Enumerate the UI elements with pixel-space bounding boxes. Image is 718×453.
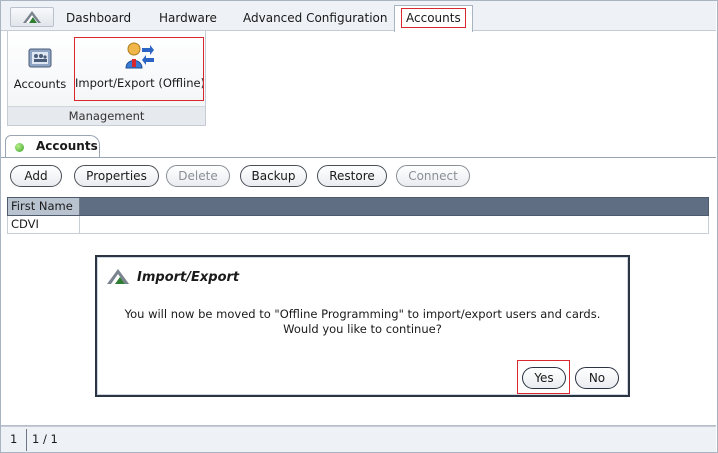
status-indicator-icon (15, 143, 24, 152)
tab-dashboard[interactable]: Dashboard (62, 9, 135, 28)
backup-button[interactable]: Backup (240, 165, 307, 187)
tab-divider (1, 157, 716, 158)
connect-button[interactable]: Connect (396, 165, 470, 187)
record-count: 1 / 1 (32, 432, 58, 446)
import-export-ribbon-label: Import/Export (Offline) (75, 76, 206, 90)
ribbon-tab-bar: Dashboard Hardware Advanced Configuratio… (1, 1, 716, 32)
tab-accounts-label: Accounts (401, 8, 466, 28)
delete-button[interactable]: Delete (166, 165, 230, 187)
app-menu-button[interactable] (10, 7, 54, 27)
document-tab-strip: Accounts (1, 132, 716, 158)
accounts-icon (28, 48, 52, 68)
page-number: 1 (10, 432, 18, 446)
no-button[interactable]: No (575, 367, 619, 389)
table-row[interactable]: CDVI (7, 216, 709, 234)
app-logo-icon (107, 269, 129, 284)
grid-header: First Name (7, 197, 709, 216)
import-export-dialog: Import/Export You will now be moved to "… (95, 255, 630, 397)
status-bar: 1 1 / 1 (1, 425, 716, 452)
yes-button[interactable]: Yes (522, 367, 566, 389)
dialog-title: Import/Export (137, 270, 240, 285)
app-logo-icon (23, 11, 41, 23)
status-divider (1, 425, 716, 426)
tab-accounts[interactable]: Accounts (394, 5, 473, 32)
ribbon-group-label: Management (8, 106, 205, 125)
dialog-message-line-2: Would you like to continue? (283, 322, 442, 336)
ribbon-panel: Accounts Import/Export (Offline) Managem… (7, 31, 206, 126)
column-header-first-name[interactable]: First Name (8, 198, 80, 215)
accounts-ribbon-label: Accounts (13, 77, 67, 91)
accounts-ribbon-button[interactable]: Accounts (12, 41, 68, 91)
accounts-document-tab-label: Accounts (36, 139, 98, 153)
properties-button[interactable]: Properties (74, 165, 159, 187)
import-export-icon (125, 42, 154, 69)
accounts-document-tab[interactable]: Accounts (5, 135, 100, 158)
table-cell-first-name: CDVI (8, 216, 80, 233)
tab-hardware[interactable]: Hardware (155, 9, 221, 28)
restore-button[interactable]: Restore (317, 165, 387, 187)
add-button[interactable]: Add (10, 165, 62, 187)
dialog-message-line-1: You will now be moved to "Offline Progra… (124, 307, 601, 321)
dialog-message: You will now be moved to "Offline Progra… (107, 307, 618, 337)
tab-advanced-configuration[interactable]: Advanced Configuration (239, 9, 391, 28)
status-separator (26, 429, 27, 451)
import-export-offline-button[interactable]: Import/Export (Offline) (74, 37, 206, 101)
